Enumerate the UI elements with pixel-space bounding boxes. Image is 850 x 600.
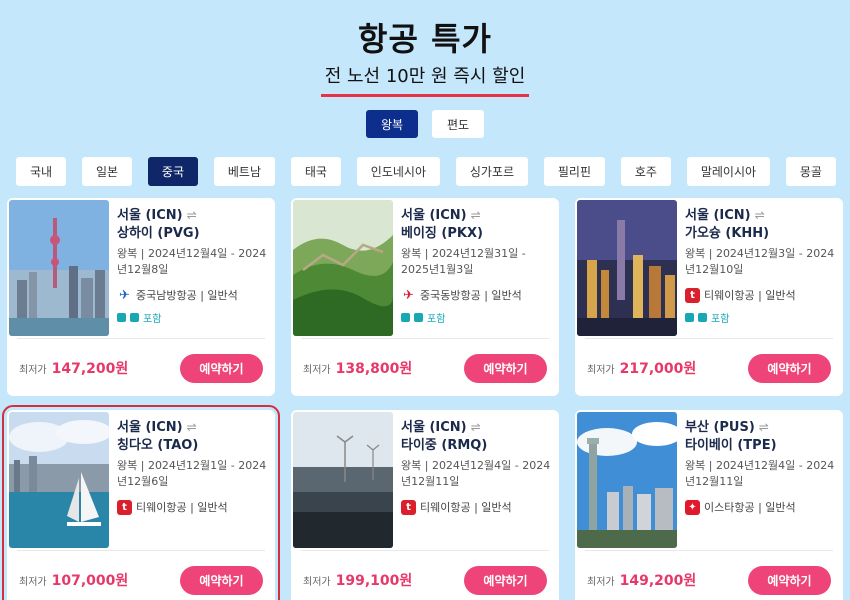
price: 199,100원: [335, 573, 413, 589]
tway-logo-icon: t: [117, 499, 132, 515]
round-trip-button[interactable]: 왕복: [366, 110, 418, 138]
airline-info: t 티웨이항공 | 일반석: [685, 287, 840, 303]
route-text: 서울 (ICN) ⇌ 칭다오 (TAO): [117, 420, 199, 453]
route-text: 서울 (ICN) ⇌ 가오슝 (KHH): [685, 208, 770, 241]
destination-photo: [577, 200, 677, 336]
book-button[interactable]: 예약하기: [464, 566, 547, 595]
travel-dates: 왕복 | 2024년12월4일 - 2024년12월8일: [117, 247, 267, 276]
card-divider: [17, 338, 265, 339]
price: 138,800원: [335, 361, 413, 377]
round-trip-arrows-icon: ⇌: [754, 208, 765, 222]
book-button[interactable]: 예약하기: [464, 354, 547, 383]
destination-photo: [293, 200, 393, 336]
book-button[interactable]: 예약하기: [180, 354, 263, 383]
country-tab-malaysia[interactable]: 말레이시아: [686, 157, 771, 186]
luggage-icon: [698, 313, 707, 322]
camera-icon: [685, 313, 694, 322]
price-row: 최저가 199,100원: [303, 570, 412, 590]
travel-dates: 왕복 | 2024년12월1일 - 2024년12월6일: [117, 459, 267, 488]
country-tab-vietnam[interactable]: 베트남: [213, 157, 275, 186]
luggage-icon: [130, 313, 139, 322]
camera-icon: [401, 313, 410, 322]
deal-card-beijing[interactable]: 서울 (ICN) ⇌ 베이징 (PKX) 왕복 | 2024년12월31일 - 2…: [291, 198, 559, 396]
route-text: 부산 (PUS) ⇌ 타이베이 (TPE): [685, 420, 777, 453]
country-tabs: 국내 일본 중국 베트남 태국 인도네시아 싱가포르 필리핀 호주 말레이시아 …: [16, 157, 836, 186]
page-title: 항공 특가: [358, 20, 492, 58]
round-trip-arrows-icon: ⇌: [186, 420, 197, 434]
deal-card-kaohsiung[interactable]: 서울 (ICN) ⇌ 가오슝 (KHH) 왕복 | 2024년12월3일 - 20…: [575, 198, 843, 396]
deal-card-shanghai[interactable]: 서울 (ICN) ⇌ 상하이 (PVG) 왕복 | 2024년12월4일 - 20…: [7, 198, 275, 396]
card-divider: [301, 338, 549, 339]
destination-photo: [9, 200, 109, 336]
travel-dates: 왕복 | 2024년12월3일 - 2024년12월10일: [685, 247, 835, 276]
travel-dates: 왕복 | 2024년12월31일 - 2025년1월3일: [401, 247, 526, 276]
china-eastern-logo-icon: ✈: [403, 287, 414, 303]
price-row: 최저가 138,800원: [303, 358, 412, 378]
airline-info: ✦ 이스타항공 | 일반석: [685, 499, 840, 515]
luggage-icon: [414, 313, 423, 322]
country-tab-japan[interactable]: 일본: [81, 157, 133, 186]
camera-icon: [117, 313, 126, 322]
airline-info: t 티웨이항공 | 일반석: [117, 499, 272, 515]
round-trip-arrows-icon: ⇌: [470, 420, 481, 434]
card-divider: [585, 550, 833, 551]
price: 149,200원: [619, 573, 697, 589]
round-trip-arrows-icon: ⇌: [758, 420, 769, 434]
airline-info: ✈ 중국동방항공 | 일반석: [401, 287, 556, 303]
book-button[interactable]: 예약하기: [748, 354, 831, 383]
baggage-included-badge: 포함: [117, 310, 161, 325]
country-tab-australia[interactable]: 호주: [620, 157, 671, 186]
card-divider: [17, 550, 265, 551]
travel-dates: 왕복 | 2024년12월4일 - 2024년12월11일: [401, 459, 551, 488]
book-button[interactable]: 예약하기: [180, 566, 263, 595]
country-tab-singapore[interactable]: 싱가포르: [455, 157, 529, 186]
price-row: 최저가 107,000원: [19, 570, 128, 590]
country-tab-thailand[interactable]: 태국: [290, 157, 341, 186]
deal-card-qingdao[interactable]: 서울 (ICN) ⇌ 칭다오 (TAO) 왕복 | 2024년12월1일 - 20…: [2, 405, 280, 600]
destination-photo: [9, 412, 109, 548]
travel-dates: 왕복 | 2024년12월4일 - 2024년12월11일: [685, 459, 835, 488]
price: 217,000원: [619, 361, 697, 377]
card-divider: [585, 338, 833, 339]
airline-info: t 티웨이항공 | 일반석: [401, 499, 556, 515]
eastar-logo-icon: ✦: [685, 499, 700, 515]
one-way-button[interactable]: 편도: [432, 110, 484, 138]
round-trip-arrows-icon: ⇌: [186, 208, 197, 222]
country-tab-mongolia[interactable]: 몽골: [785, 157, 836, 186]
tway-logo-icon: t: [685, 287, 700, 303]
baggage-included-badge: 포함: [401, 310, 445, 325]
deal-card-taichung[interactable]: 서울 (ICN) ⇌ 타이중 (RMQ) 왕복 | 2024년12월4일 - 20…: [291, 410, 559, 600]
country-tab-domestic[interactable]: 국내: [16, 157, 67, 186]
deal-card-taipei[interactable]: 부산 (PUS) ⇌ 타이베이 (TPE) 왕복 | 2024년12월4일 - 2…: [575, 410, 843, 600]
baggage-included-badge: 포함: [685, 310, 729, 325]
country-tab-china[interactable]: 중국: [147, 157, 198, 186]
round-trip-arrows-icon: ⇌: [470, 208, 481, 222]
price: 147,200원: [51, 361, 129, 377]
china-southern-logo-icon: ✈: [119, 287, 130, 303]
trip-type-toggle: 왕복 편도: [0, 110, 850, 138]
destination-photo: [577, 412, 677, 548]
price-row: 최저가 147,200원: [19, 358, 128, 378]
airline-info: ✈ 중국남방항공 | 일반석: [117, 287, 272, 303]
route-text: 서울 (ICN) ⇌ 상하이 (PVG): [117, 208, 200, 241]
route-text: 서울 (ICN) ⇌ 타이중 (RMQ): [401, 420, 488, 453]
route-text: 서울 (ICN) ⇌ 베이징 (PKX): [401, 208, 483, 241]
destination-photo: [293, 412, 393, 548]
country-tab-indonesia[interactable]: 인도네시아: [356, 157, 440, 186]
price-row: 최저가 217,000원: [587, 358, 696, 378]
promo-subtitle: 전 노선 10만 원 즉시 할인: [320, 62, 530, 97]
book-button[interactable]: 예약하기: [748, 566, 831, 595]
price: 107,000원: [51, 573, 129, 589]
card-divider: [301, 550, 549, 551]
tway-logo-icon: t: [401, 499, 416, 515]
country-tab-philippines[interactable]: 필리핀: [543, 157, 606, 186]
price-row: 최저가 149,200원: [587, 570, 696, 590]
